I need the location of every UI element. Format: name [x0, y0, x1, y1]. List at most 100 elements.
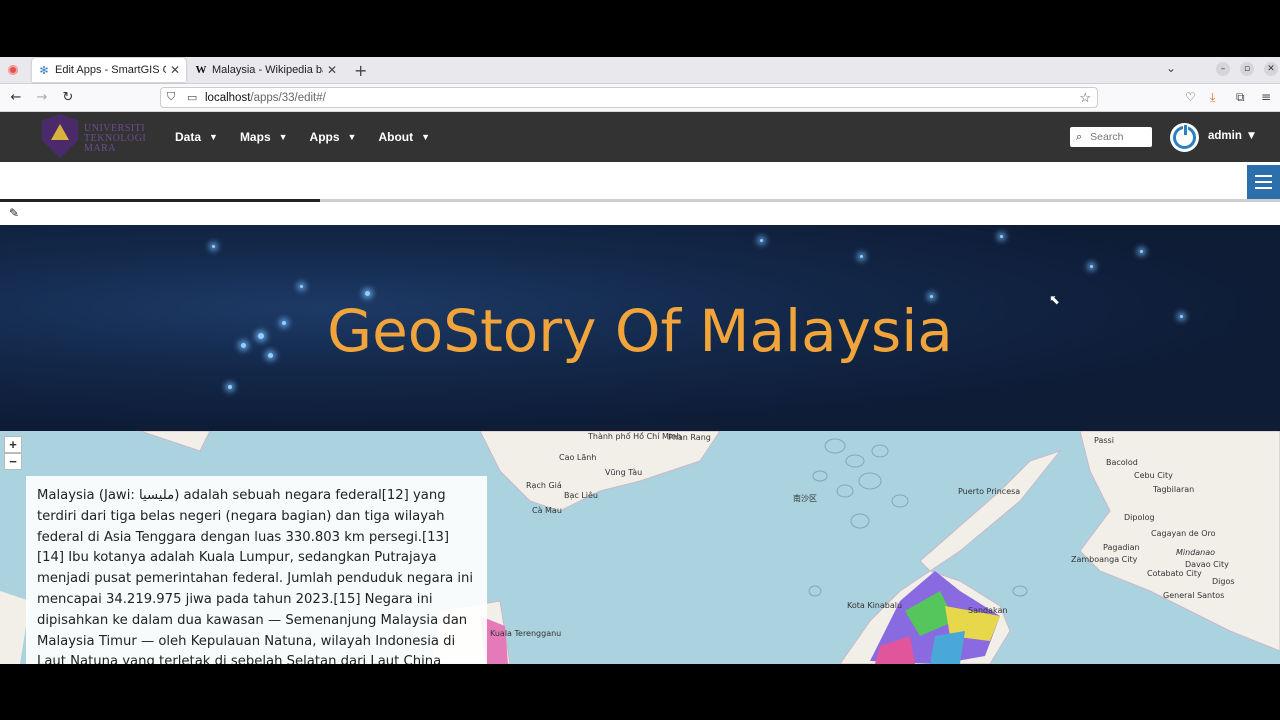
map-label: Cagayan de Oro: [1151, 529, 1216, 538]
browser-tab-wikipedia[interactable]: W Malaysia - Wikipedia baha ✕: [189, 58, 343, 82]
zoom-in-button[interactable]: +: [4, 436, 22, 453]
forward-arrow-icon[interactable]: →: [30, 90, 54, 105]
edit-bar: ✎: [0, 202, 1280, 225]
zoom-out-button[interactable]: −: [4, 453, 22, 470]
chevron-down-icon: ▼: [421, 132, 431, 142]
video-letterbox-top: [0, 0, 1280, 57]
map-label: Tagbilaran: [1153, 485, 1195, 494]
map-label: Sandakan: [968, 606, 1008, 615]
reload-icon[interactable]: ↻: [56, 90, 80, 105]
menu-maps[interactable]: Maps ▼: [240, 130, 288, 144]
browser-tab-edit-apps[interactable]: ✻ Edit Apps - SmartGIS Of U ✕: [32, 58, 186, 82]
user-name[interactable]: admin: [1208, 130, 1242, 142]
map-label: Mindanao: [1176, 548, 1216, 557]
downloads-icon[interactable]: ⤓: [1210, 90, 1215, 105]
pencil-edit-icon[interactable]: ✎: [9, 206, 19, 220]
menu-label: About: [378, 130, 414, 144]
page-info-icon[interactable]: ▭: [187, 91, 201, 104]
chevron-down-icon[interactable]: ▼: [1248, 131, 1255, 141]
chevron-down-icon: ▼: [209, 132, 218, 142]
map-label: Digos: [1212, 577, 1235, 586]
city-light: [212, 245, 215, 248]
menu-label: Apps: [309, 130, 340, 144]
search-input[interactable]: [1090, 131, 1151, 143]
menu-data[interactable]: Data ▼: [175, 130, 218, 144]
map-label: Zamboanga City: [1071, 555, 1138, 564]
map-label: Puerto Princesa: [958, 487, 1021, 496]
map-label: Bacolod: [1106, 458, 1138, 467]
page-title: GeoStory Of Malaysia: [327, 297, 953, 365]
pocket-icon[interactable]: ♡: [1185, 90, 1196, 104]
url-bar[interactable]: ⛉ ▭ localhost /apps/33/edit#/ ☆: [160, 87, 1098, 108]
browser-toolbar: ← → ↻ ⛉ ▭ localhost /apps/33/edit#/ ☆ ♡ …: [0, 84, 1280, 112]
close-window-icon[interactable]: ✕: [1264, 62, 1278, 76]
uitm-logo[interactable]: UNIVERSITI TEKNOLOGI MARA: [40, 114, 150, 160]
menu-label: Maps: [239, 130, 271, 144]
logo-text: UNIVERSITI TEKNOLOGI MARA: [84, 124, 146, 154]
app-menu-icon[interactable]: ≡: [1261, 90, 1271, 104]
map-label: Bạc Liêu: [564, 491, 599, 500]
url-host: localhost: [205, 91, 251, 104]
new-tab-button[interactable]: +: [354, 61, 367, 80]
city-light: [365, 291, 370, 296]
main-menu: Data ▼ Maps ▼ Apps ▼ About ▼: [175, 112, 452, 162]
hero-banner: GeoStory Of Malaysia: [0, 225, 1280, 431]
tab-title: Malaysia - Wikipedia baha: [212, 64, 323, 76]
story-text-panel: Malaysia (Jawi: مليسيا) adalah sebuah ne…: [26, 476, 487, 664]
city-light: [860, 255, 863, 258]
map-label: Cao Lãnh: [559, 453, 597, 462]
url-path: /apps/33/edit#/: [250, 91, 326, 104]
city-light: [228, 385, 232, 389]
nav-search[interactable]: ⌕: [1070, 127, 1152, 147]
app-navbar: UNIVERSITI TEKNOLOGI MARA Data ▼ Maps ▼ Ap…: [0, 112, 1280, 162]
city-light: [1090, 265, 1093, 268]
map-label: Cotabato City: [1147, 569, 1202, 578]
logo-line: MARA: [84, 143, 117, 154]
menu-about[interactable]: About ▼: [378, 130, 430, 144]
map-label: Cebu City: [1134, 471, 1173, 480]
power-icon: [1173, 124, 1196, 149]
map-label: Phan Rang: [668, 433, 711, 442]
firefox-menu-icon[interactable]: [8, 65, 18, 75]
close-tab-icon[interactable]: ✕: [170, 63, 180, 77]
menu-apps[interactable]: Apps ▼: [310, 130, 357, 144]
map-label: Cà Mau: [532, 506, 562, 515]
map-label: Davao City: [1185, 560, 1229, 569]
hamburger-menu-button[interactable]: [1247, 165, 1280, 199]
chevron-down-icon: ▼: [347, 132, 357, 142]
map-label: Kuala Terengganu: [490, 629, 562, 638]
map-label: Dipolog: [1124, 513, 1155, 522]
story-paragraph: Malaysia (Jawi: مليسيا) adalah sebuah ne…: [37, 488, 474, 664]
map-label: Kota Kinabalu: [847, 601, 903, 610]
story-map[interactable]: Thành phố Hồ Chí Minh Cao Lãnh Vũng Tàu …: [0, 431, 1280, 664]
uitm-crest-icon: [42, 114, 78, 158]
video-letterbox-bottom: [0, 664, 1280, 720]
map-label: 南沙区: [793, 494, 817, 503]
tracking-shield-icon[interactable]: ⛉: [167, 91, 181, 104]
tab-title: Edit Apps - SmartGIS Of U: [55, 64, 166, 76]
maximize-window-icon[interactable]: ▫: [1240, 62, 1254, 76]
bookmark-star-icon[interactable]: ☆: [1079, 90, 1091, 106]
back-arrow-icon[interactable]: ←: [4, 90, 28, 105]
list-tabs-chevron-icon[interactable]: ⌄: [1166, 61, 1176, 75]
map-label: Vũng Tàu: [605, 468, 643, 477]
search-icon: ⌕: [1076, 130, 1083, 143]
menu-label: Data: [175, 130, 202, 144]
close-tab-icon[interactable]: ✕: [327, 63, 337, 77]
smartgis-icon: ✻: [39, 64, 49, 77]
chevron-down-icon: ▼: [278, 132, 288, 142]
city-light: [300, 285, 303, 288]
map-label: Rạch Giá: [526, 481, 562, 490]
city-light: [760, 239, 763, 242]
browser-tab-strip: ✻ Edit Apps - SmartGIS Of U ✕ W Malaysia…: [0, 57, 1280, 84]
extensions-icon[interactable]: ⧉: [1236, 90, 1245, 105]
mouse-cursor-icon: ⬉: [1049, 293, 1060, 308]
avatar[interactable]: [1170, 123, 1199, 152]
minimize-window-icon[interactable]: –: [1216, 62, 1230, 76]
editor-toolbar: [0, 162, 1280, 200]
map-label: General Santos: [1163, 591, 1225, 600]
map-label: Pagadian: [1103, 543, 1140, 552]
city-light: [1000, 235, 1003, 238]
wikipedia-icon: W: [195, 64, 207, 76]
city-light: [1140, 250, 1143, 253]
